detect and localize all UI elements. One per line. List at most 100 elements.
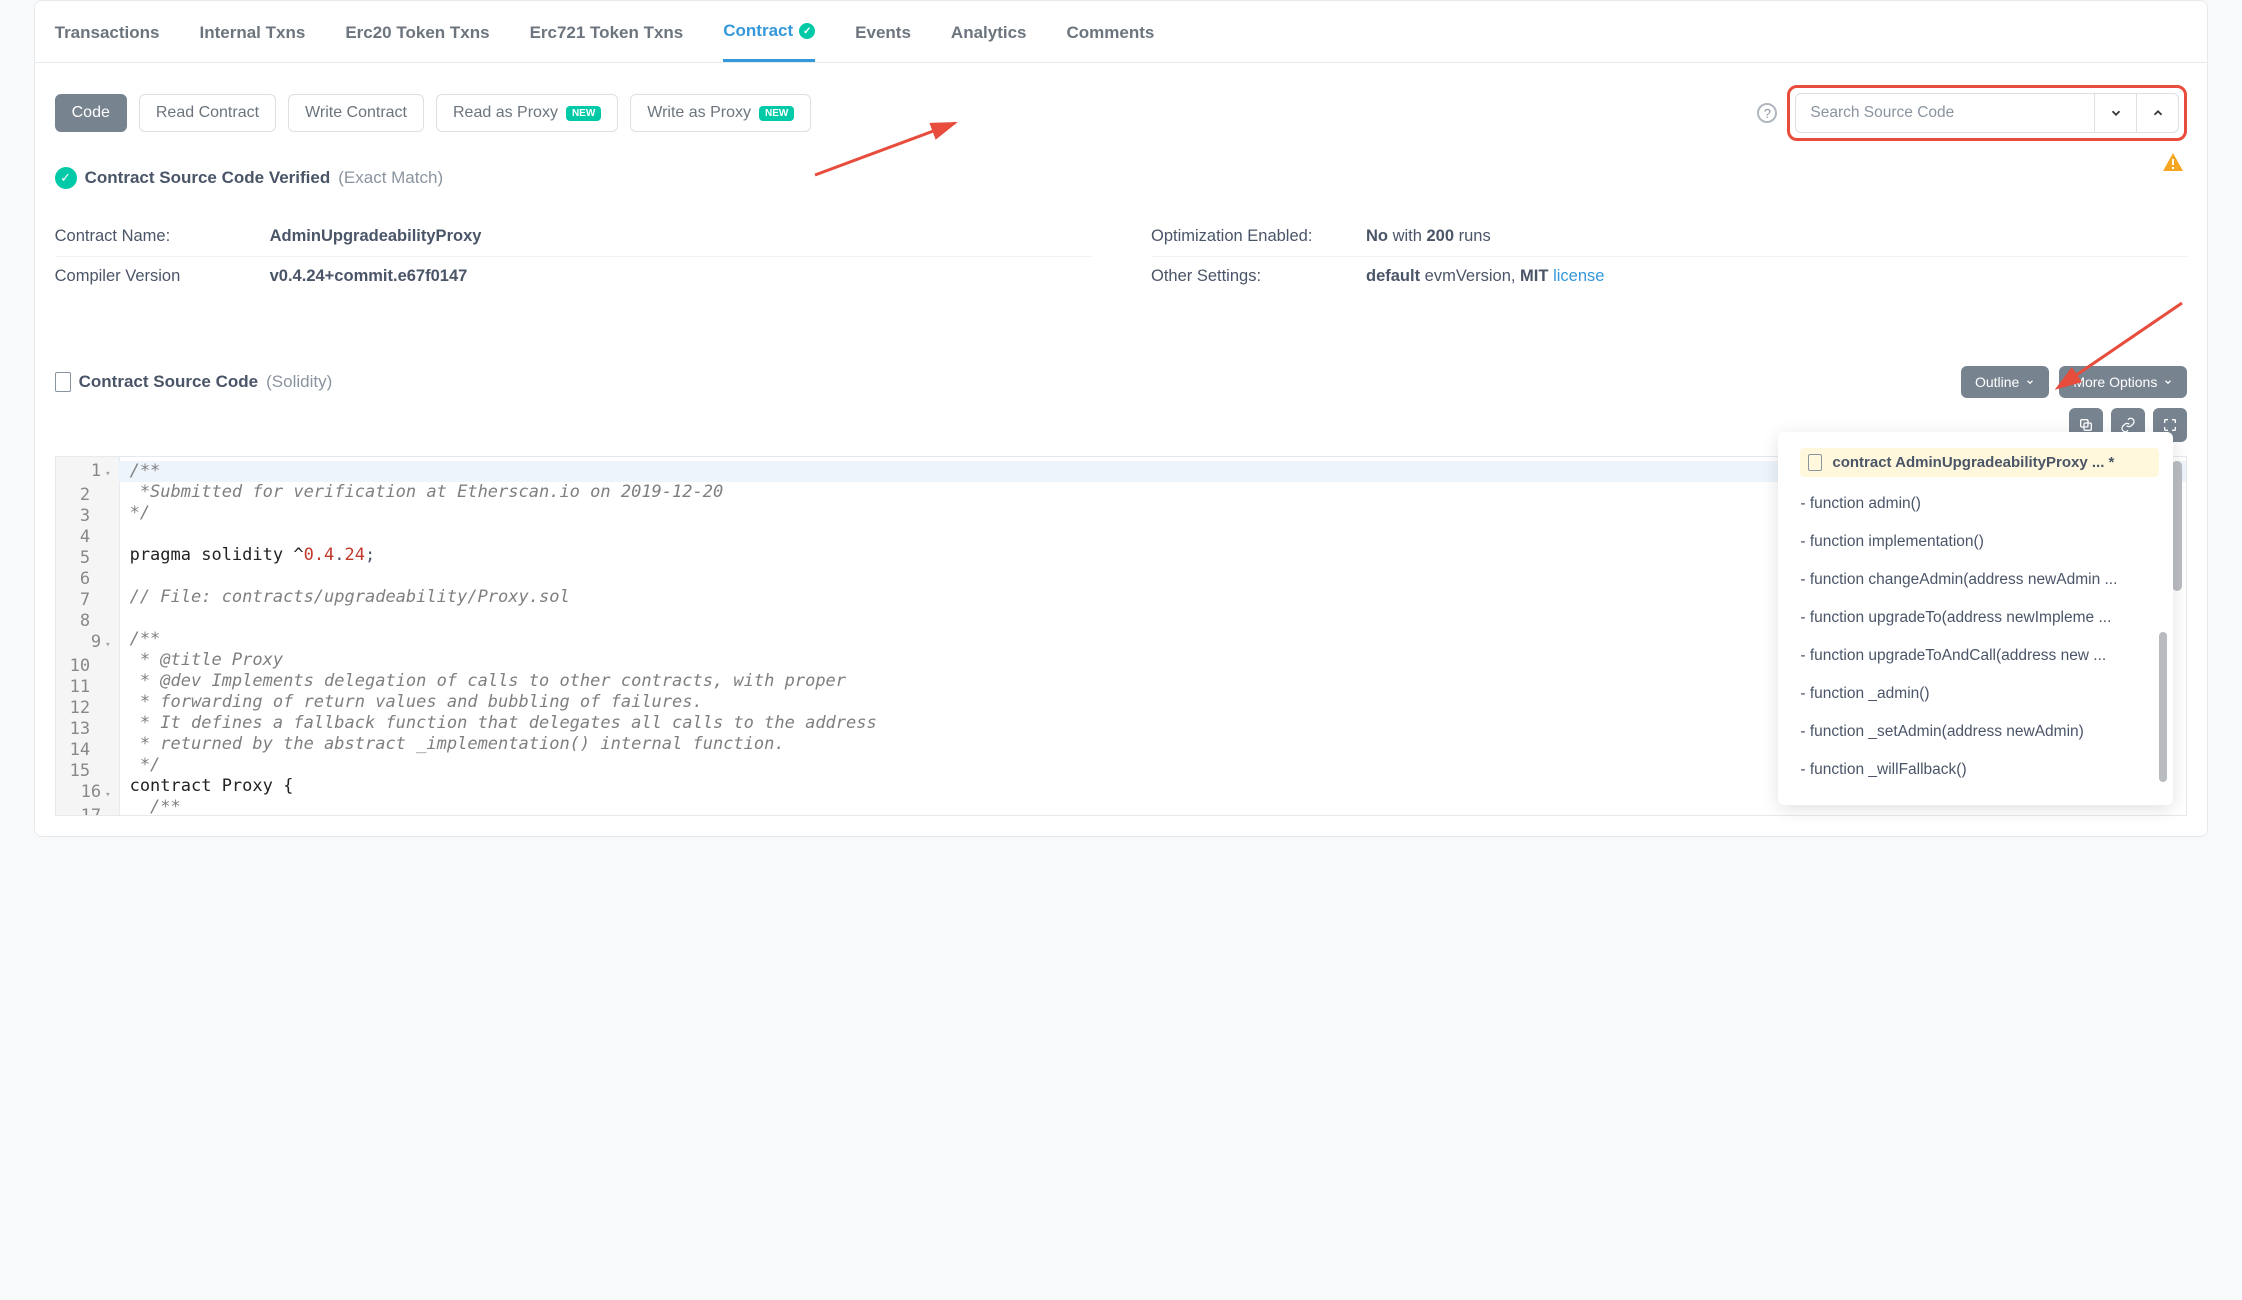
label-contract-name: Contract Name: [55, 227, 270, 246]
tab-internal-txns[interactable]: Internal Txns [200, 1, 306, 62]
value-optimization: No with 200 runs [1366, 227, 1491, 246]
search-prev-button[interactable] [2137, 93, 2179, 133]
value-settings: default evmVersion, MIT license [1366, 267, 1604, 286]
source-title-text: Contract Source Code [79, 372, 258, 392]
chevron-up-icon [2151, 106, 2165, 120]
code-body: /** *Submitted for verification at Ether… [120, 457, 887, 815]
code-line: /** [130, 797, 181, 816]
verified-title: Contract Source Code Verified [85, 168, 331, 188]
source-actions: Outline More Options [1961, 366, 2187, 398]
row-optimization: Optimization Enabled: No with 200 runs [1151, 217, 2187, 257]
outline-item[interactable]: - function changeAdmin(address newAdmin … [1800, 561, 2173, 599]
tab-contract[interactable]: Contract ✓ [723, 1, 815, 62]
outline-label: Outline [1975, 374, 2019, 390]
tab-transactions[interactable]: Transactions [55, 1, 160, 62]
code-tok: 0.4 [304, 545, 335, 565]
content: ✓ Contract Source Code Verified (Exact M… [35, 149, 2208, 398]
value-compiler: v0.4.24+commit.e67f0147 [270, 267, 468, 286]
subtab-read-proxy[interactable]: Read as Proxy NEW [436, 94, 618, 132]
verified-row: ✓ Contract Source Code Verified (Exact M… [55, 167, 2188, 189]
document-icon [1808, 454, 1822, 471]
row-contract-name: Contract Name: AdminUpgradeabilityProxy [55, 217, 1091, 257]
code-subtabs: Code Read Contract Write Contract Read a… [55, 94, 812, 132]
code-line: * @title Proxy [130, 650, 284, 670]
opt-no: No [1366, 227, 1388, 245]
tab-events[interactable]: Events [855, 1, 911, 62]
settings-default: default [1366, 267, 1420, 285]
outline-item[interactable]: - function upgradeToAndCall(address new … [1800, 637, 2173, 675]
code-tok: . [334, 545, 344, 565]
opt-runs: 200 [1427, 227, 1455, 245]
value-contract-name: AdminUpgradeabilityProxy [270, 227, 482, 246]
code-tok: ; [365, 545, 375, 565]
file-icon [55, 372, 71, 392]
new-badge: NEW [566, 106, 601, 121]
settings-mit: MIT [1520, 267, 1548, 285]
subtab-read-contract[interactable]: Read Contract [139, 94, 276, 132]
subtab-read-proxy-label: Read as Proxy [453, 104, 558, 122]
outline-item[interactable]: - function upgradeTo(address newImpleme … [1800, 599, 2173, 637]
code-line: * It defines a fallback function that de… [130, 713, 877, 733]
source-title: Contract Source Code (Solidity) [55, 372, 333, 392]
code-line: */ [130, 755, 161, 775]
chevron-down-icon [2163, 377, 2173, 387]
tab-erc721[interactable]: Erc721 Token Txns [530, 1, 684, 62]
link-icon [2120, 417, 2136, 433]
label-optimization: Optimization Enabled: [1151, 227, 1366, 246]
help-icon[interactable]: ? [1757, 103, 1777, 123]
subtab-write-proxy[interactable]: Write as Proxy NEW [630, 94, 811, 132]
tab-contract-label: Contract [723, 21, 793, 41]
code-line: *Submitted for verification at Etherscan… [130, 482, 724, 502]
chevron-down-icon [2025, 377, 2035, 387]
new-badge-2: NEW [759, 106, 794, 121]
scrollbar-thumb[interactable] [2172, 461, 2182, 591]
code-line: /** [130, 461, 161, 481]
gutter: 1▾ 2 3 4 5 6 7 8 9▾ 10 11 12 13 14 15 16… [56, 457, 120, 815]
outline-item[interactable]: - function _willFallback() [1800, 751, 2173, 789]
expand-icon [2162, 417, 2178, 433]
search-input[interactable] [1795, 93, 2095, 133]
outline-panel: contract AdminUpgradeabilityProxy ... * … [1778, 432, 2173, 805]
details-grid: Contract Name: AdminUpgradeabilityProxy … [55, 217, 2188, 296]
search-area: ? [1757, 85, 2187, 141]
check-circle-icon: ✓ [55, 167, 77, 189]
code-line: * forwarding of return values and bubbli… [130, 692, 703, 712]
code-area: 1▾ 2 3 4 5 6 7 8 9▾ 10 11 12 13 14 15 16… [35, 456, 2208, 816]
code-line: * returned by the abstract _implementati… [130, 734, 785, 754]
code-line: /** [130, 629, 161, 649]
outline-header-item[interactable]: contract AdminUpgradeabilityProxy ... * [1800, 448, 2159, 477]
copy-icon [2078, 417, 2094, 433]
settings-mid: evmVersion, [1420, 267, 1520, 285]
subtab-write-contract[interactable]: Write Contract [288, 94, 424, 132]
outline-item[interactable]: - function implementation() [1800, 523, 2173, 561]
code-line: */ [130, 503, 150, 523]
warning-icon[interactable] [2161, 151, 2185, 182]
code-line: pragma solidity ^ [130, 545, 304, 565]
tab-comments[interactable]: Comments [1067, 1, 1155, 62]
opt-mid: with [1388, 227, 1427, 245]
tab-erc20[interactable]: Erc20 Token Txns [345, 1, 489, 62]
main-tabs: Transactions Internal Txns Erc20 Token T… [35, 1, 2208, 63]
outline-item[interactable]: - function _setAdmin(address newAdmin) [1800, 713, 2173, 751]
row-compiler: Compiler Version v0.4.24+commit.e67f0147 [55, 257, 1091, 296]
code-line: contract Proxy { [130, 776, 294, 796]
chevron-down-icon [2109, 106, 2123, 120]
outline-item[interactable]: - function admin() [1800, 485, 2173, 523]
code-line: * @dev Implements delegation of calls to… [130, 671, 846, 691]
source-header: Contract Source Code (Solidity) Outline … [55, 366, 2188, 398]
tab-analytics[interactable]: Analytics [951, 1, 1027, 62]
outline-header-label: contract AdminUpgradeabilityProxy ... * [1832, 454, 2114, 471]
subtab-write-proxy-label: Write as Proxy [647, 104, 751, 122]
opt-tail: runs [1454, 227, 1491, 245]
label-compiler: Compiler Version [55, 267, 270, 286]
outline-item[interactable]: - function _admin() [1800, 675, 2173, 713]
more-options-label: More Options [2073, 374, 2157, 390]
more-options-button[interactable]: More Options [2059, 366, 2187, 398]
outline-scrollbar[interactable] [2159, 632, 2167, 782]
subtab-code[interactable]: Code [55, 94, 127, 132]
license-link[interactable]: license [1553, 267, 1604, 285]
search-next-button[interactable] [2095, 93, 2137, 133]
verified-suffix: (Exact Match) [338, 168, 443, 188]
outline-button[interactable]: Outline [1961, 366, 2049, 398]
code-tok: 24 [345, 545, 365, 565]
